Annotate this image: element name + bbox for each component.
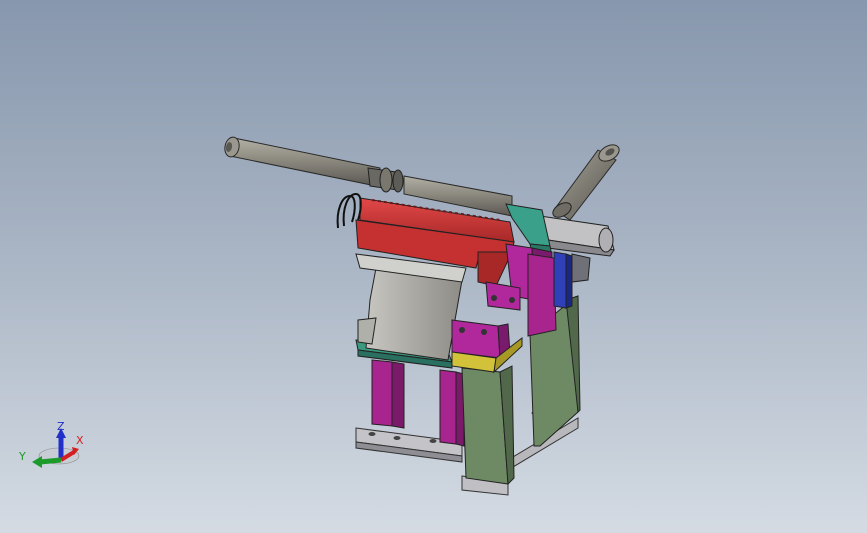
coordinate-triad[interactable]: Z X Y [14, 418, 94, 478]
x-axis-label: X [76, 434, 84, 447]
gray-support-block[interactable] [355, 253, 467, 361]
magenta-bracket-lower[interactable] [451, 319, 511, 359]
assembly-model[interactable] [0, 0, 867, 533]
z-axis-label: Z [57, 420, 65, 433]
right-bracket[interactable] [571, 253, 591, 283]
blue-block[interactable] [553, 251, 573, 309]
y-axis-label: Y [18, 450, 26, 463]
cad-viewport[interactable]: Z X Y [0, 0, 867, 533]
short-cylinder[interactable] [550, 141, 622, 221]
